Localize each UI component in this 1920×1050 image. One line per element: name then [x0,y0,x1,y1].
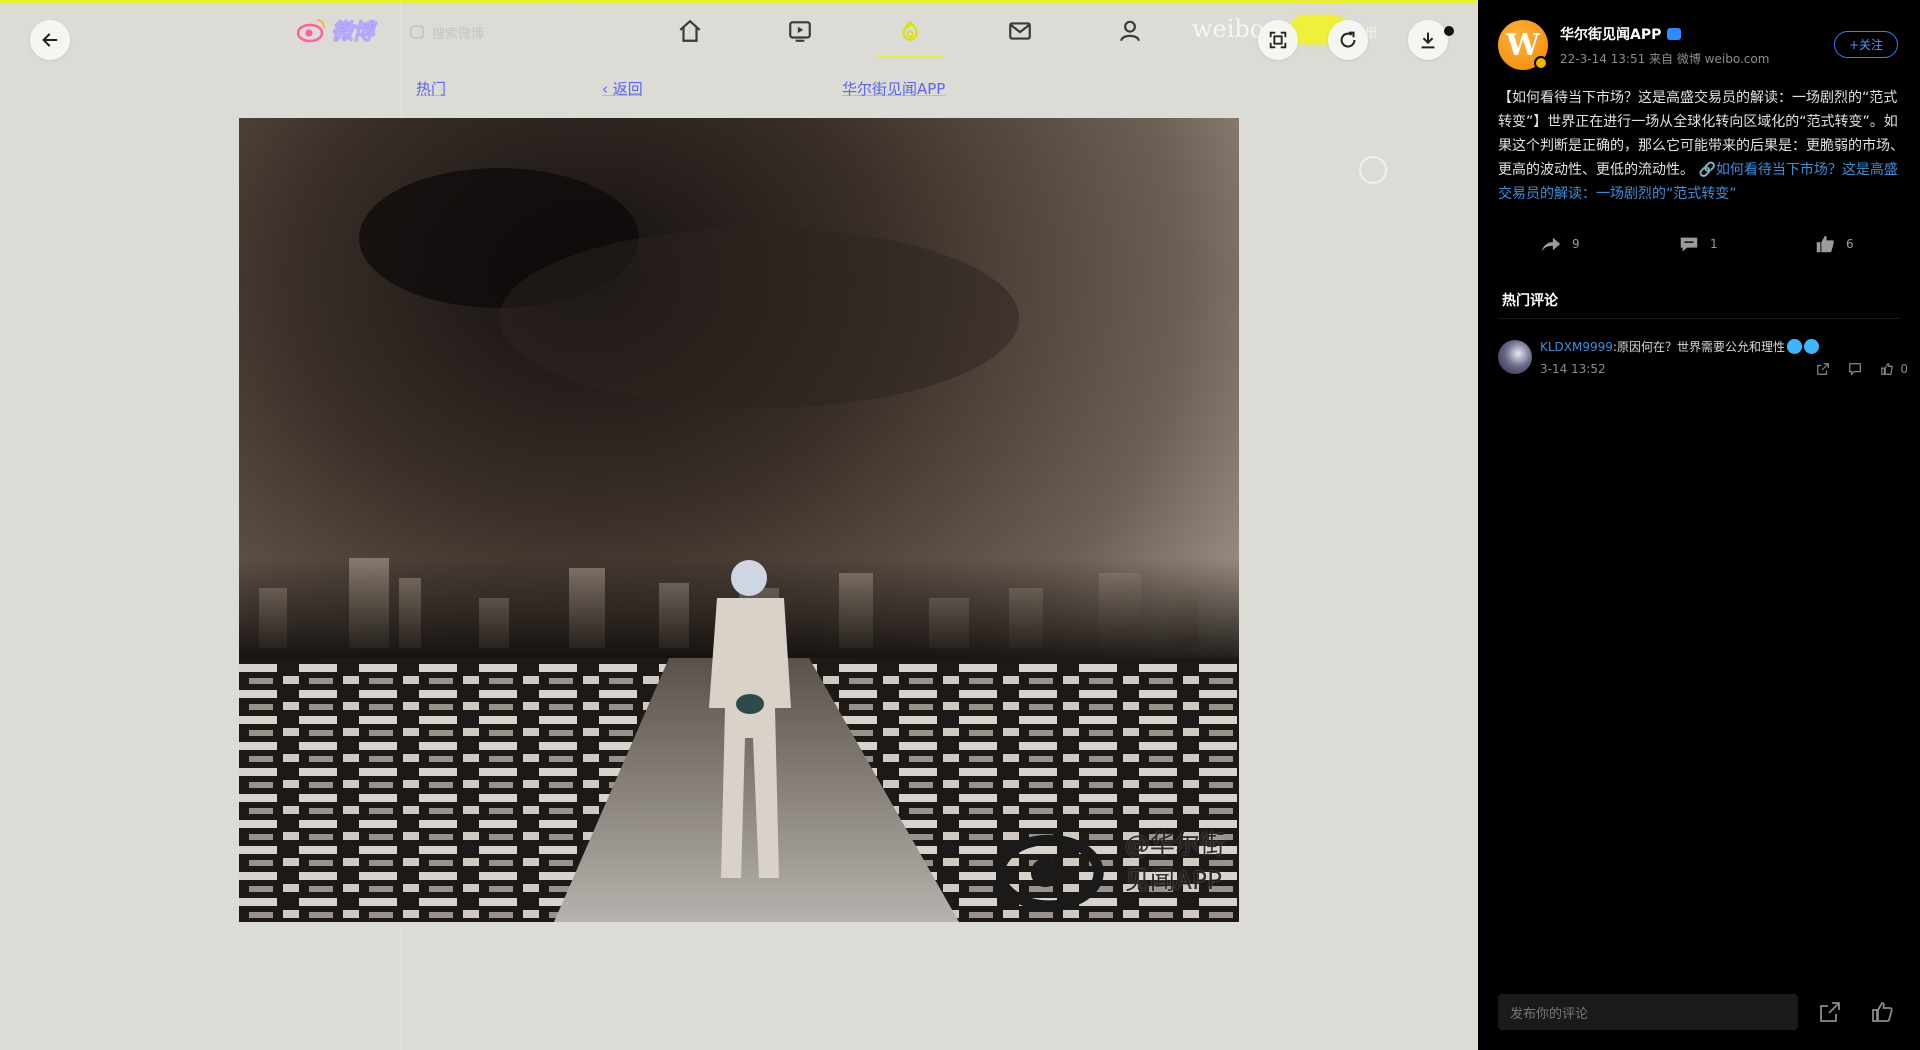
hot-comments-title: 热门评论 [1502,293,1558,309]
author-block: W 华尔街见闻APP 22-3-14 13:51 来自 微博 weibo.com [1498,20,1769,70]
post-text: 【如何看待当下市场？这是高盛交易员的解读：一场剧烈的“范式转变”】世界正在进行一… [1498,86,1904,206]
repost-button[interactable]: 9 [1540,234,1580,254]
nav-messages[interactable] [1003,14,1037,48]
author-avatar[interactable]: W [1498,20,1548,70]
rotate-icon [1340,31,1356,48]
mail-icon [1009,22,1031,40]
post-meta: 22-3-14 13:51 来自 微博 weibo.com [1560,51,1770,66]
logo-text: 微博 [331,19,374,45]
notification-dot [1444,26,1454,36]
nav-hot[interactable] [893,14,927,48]
emoji-icon [1803,339,1819,354]
search-input[interactable]: 搜索微博 [404,19,600,45]
weibo-wordmark: weibo [1192,15,1265,43]
post-detail-panel: W 华尔街见闻APP 22-3-14 13:51 来自 微博 weibo.com… [1478,0,1920,1050]
author-name[interactable]: 华尔街见闻APP [1560,24,1661,44]
author-name-row: 华尔街见闻APP [1560,24,1769,44]
share-icon [1541,237,1561,252]
thumbs-up-icon [1816,235,1834,253]
comment-body: KLDXM9999:原因何在？世界需要公允和理性 [1540,338,1904,355]
commenter-avatar[interactable] [1498,340,1532,374]
comment-button[interactable]: 1 [1678,234,1718,254]
active-tab-indicator [876,56,943,58]
comment-like[interactable]: 0 [1880,362,1908,376]
video-icon [789,21,811,42]
maze-scene [239,118,1239,922]
back-link[interactable]: ‹ 返回 [602,78,643,99]
search-placeholder: 搜索微博 [432,26,485,42]
search-icon [410,25,424,39]
background-nav: 微博 搜索微博 weibo 注册 [0,0,1478,62]
repost-count: 9 [1572,237,1580,251]
flame-icon [902,20,918,41]
user-icon [1120,20,1140,42]
thumbs-up-icon [1881,363,1894,375]
member-badge-icon [1667,27,1682,40]
commenter-name[interactable]: KLDXM9999 [1540,340,1613,354]
sub-tabs: 热门 ‹ 返回 华尔街见闻APP [0,78,1478,104]
home-icon [679,19,701,42]
reply-icon[interactable] [1848,362,1862,376]
compose-actions [1818,1000,1894,1024]
comment-like-count: 0 [1900,362,1908,376]
share-icon[interactable] [1818,1000,1842,1024]
divider [1498,318,1900,319]
like-button[interactable]: 6 [1814,234,1854,254]
comment-text: :原因何在？世界需要公允和理性 [1612,340,1785,354]
back-button[interactable] [30,20,70,60]
verified-badge [1534,56,1548,70]
follow-button[interactable]: +关注 [1834,31,1898,58]
thumbs-up-icon[interactable] [1870,1000,1894,1024]
watermark-text: @华尔街见闻APP [1124,829,1225,895]
weibo-eye-icon [297,19,325,43]
nav-video[interactable] [783,14,817,48]
image-watermark: @华尔街见闻APP [995,807,1229,914]
like-count: 6 [1846,237,1854,251]
fit-screen-icon [1269,31,1287,49]
share-icon[interactable] [1816,362,1830,376]
arrow-left-icon [42,33,58,47]
fit-screen-button[interactable] [1258,20,1298,60]
tab-hot[interactable]: 热门 [416,78,446,99]
comment-actions: 0 [1816,362,1908,376]
weibo-logo[interactable]: 微博 [297,14,389,46]
weibo-eye-icon [995,834,1104,911]
comment-icon [1680,237,1698,252]
download-icon [1421,32,1435,49]
post-actions: 9 1 6 [1478,234,1920,258]
nav-profile[interactable] [1113,14,1147,48]
rotate-button[interactable] [1328,20,1368,60]
comment-time: 3-14 13:52 [1540,362,1606,376]
tab-author[interactable]: 华尔街见闻APP [842,78,945,99]
image-viewer: 微博 搜索微博 weibo 注册 热门 ‹ 返回 华尔街见闻APP [0,0,1478,1050]
nav-home[interactable] [673,14,707,48]
loading-indicator [1359,156,1387,184]
comment-count: 1 [1710,237,1718,251]
emoji-icon [1786,339,1802,354]
post-image[interactable]: @华尔街见闻APP [239,118,1239,922]
download-button[interactable] [1408,20,1448,60]
back-link-label: 返回 [612,80,643,98]
comment-input[interactable]: 发布你的评论 [1498,994,1798,1030]
